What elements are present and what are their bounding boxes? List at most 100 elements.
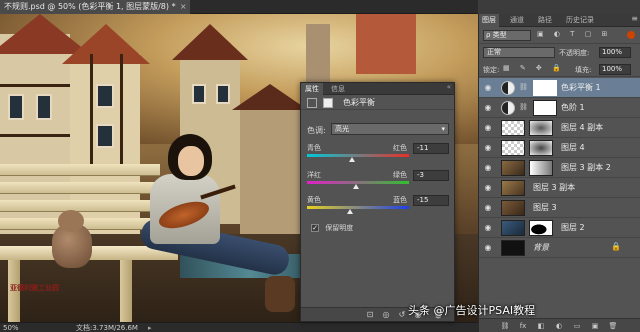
- eye-icon[interactable]: ◉: [483, 143, 493, 153]
- eye-icon[interactable]: ◉: [483, 103, 493, 113]
- new-layer-icon[interactable]: ▣: [589, 321, 601, 331]
- properties-header: 色彩平衡: [301, 96, 454, 110]
- link-icon[interactable]: ⛓: [519, 103, 528, 111]
- blend-row: 正常 不透明度: 100%: [479, 45, 640, 61]
- layer-name[interactable]: 色彩平衡 1: [561, 82, 601, 94]
- layer-row[interactable]: ◉ 图层 3 副本: [479, 178, 640, 198]
- layer-style-icon[interactable]: fx: [517, 321, 529, 331]
- add-mask-icon[interactable]: ◧: [535, 321, 547, 331]
- view-previous-icon[interactable]: ◎: [381, 310, 391, 320]
- layer-thumbnail[interactable]: [501, 140, 525, 156]
- slider-thumb[interactable]: [347, 209, 354, 214]
- tab-layers[interactable]: 图层: [479, 14, 499, 27]
- layer-mask-thumbnail[interactable]: [529, 160, 553, 176]
- layer-name[interactable]: 图层 2: [561, 222, 585, 234]
- canvas-bench-sign: 亚德利雅工业园: [10, 284, 59, 292]
- layer-name[interactable]: 背景: [533, 242, 549, 254]
- slider-value-input[interactable]: -15: [413, 195, 449, 206]
- status-menu-icon[interactable]: ▸: [148, 323, 152, 332]
- layer-row[interactable]: ◉ 图层 3 副本 2: [479, 158, 640, 178]
- layer-row[interactable]: ◉ 图层 4: [479, 138, 640, 158]
- slider-right-label: 蓝色: [393, 196, 407, 204]
- lock-options-icons[interactable]: ▦ ✎ ✥ 🔒: [503, 64, 565, 72]
- layer-mask-thumbnail[interactable]: [533, 100, 557, 116]
- tone-label: 色调:: [307, 126, 326, 135]
- tone-select[interactable]: 高光 ▾: [331, 123, 449, 135]
- layer-name[interactable]: 图层 3 副本 2: [561, 162, 611, 174]
- eye-icon[interactable]: ◉: [483, 183, 493, 193]
- eye-icon[interactable]: ◉: [483, 83, 493, 93]
- layer-thumbnail[interactable]: [501, 220, 525, 236]
- panel-menu-icon[interactable]: ≡: [631, 14, 638, 23]
- blend-mode-select[interactable]: 正常: [483, 47, 555, 58]
- reset-icon[interactable]: ↺: [397, 310, 407, 320]
- canvas-window: [216, 84, 230, 104]
- eye-icon[interactable]: ◉: [483, 163, 493, 173]
- layer-name[interactable]: 图层 4 副本: [561, 122, 603, 134]
- eye-icon[interactable]: ◉: [483, 223, 493, 233]
- fill-input[interactable]: 100%: [599, 64, 631, 75]
- layer-thumbnail[interactable]: [501, 160, 525, 176]
- slider-value-input[interactable]: -3: [413, 170, 449, 181]
- layer-name[interactable]: 色阶 1: [561, 102, 585, 114]
- link-icon[interactable]: ⛓: [519, 83, 528, 91]
- tab-info[interactable]: 信息: [327, 83, 349, 95]
- layer-name[interactable]: 图层 3 副本: [533, 182, 575, 194]
- tab-channels[interactable]: 通道: [507, 14, 527, 27]
- slider-track[interactable]: [307, 154, 409, 157]
- layer-thumbnail[interactable]: [501, 200, 525, 216]
- document-tab[interactable]: 不规则.psd @ 50% (色彩平衡 1, 图层蒙版/8) * ×: [0, 0, 190, 14]
- close-tab-icon[interactable]: ×: [180, 0, 187, 14]
- slider-yellow-blue: 黄色 蓝色 -15: [307, 195, 449, 225]
- slider-track[interactable]: [307, 206, 409, 209]
- collapse-panel-icon[interactable]: «: [447, 83, 451, 91]
- new-group-icon[interactable]: ▭: [571, 321, 583, 331]
- document-tab-title: 不规则.psd @ 50% (色彩平衡 1, 图层蒙版/8) *: [4, 2, 176, 11]
- canvas-bench-slat: [0, 200, 160, 212]
- layer-row[interactable]: ◉ 图层 4 副本: [479, 118, 640, 138]
- layer-row[interactable]: ◉ 图层 2: [479, 218, 640, 238]
- layer-thumbnail[interactable]: [501, 240, 525, 256]
- layer-thumbnail[interactable]: [501, 120, 525, 136]
- filter-toggle-icon[interactable]: [627, 31, 635, 39]
- canvas-house-far: [240, 104, 300, 234]
- tab-paths[interactable]: 路径: [535, 14, 555, 27]
- layer-mask-thumbnail[interactable]: [529, 220, 553, 236]
- slider-thumb[interactable]: [353, 184, 360, 189]
- clip-icon[interactable]: ⊡: [365, 310, 375, 320]
- opacity-input[interactable]: 100%: [599, 47, 631, 58]
- slider-thumb[interactable]: [349, 157, 356, 162]
- layer-name[interactable]: 图层 4: [561, 142, 585, 154]
- layer-row[interactable]: ◉ 背景 🔒: [479, 238, 640, 258]
- zoom-level[interactable]: 50%: [3, 323, 19, 332]
- canvas-girl-boot: [265, 276, 295, 312]
- layer-name[interactable]: 图层 3: [533, 202, 557, 214]
- trash-icon[interactable]: 🗑: [607, 321, 619, 331]
- layers-panel: 图层 通道 路径 历史记录 ≡ ρ 类型 ▣ ◐ T ▢ ⊞ 正常 不透明度: …: [478, 14, 640, 332]
- layer-row[interactable]: ◉ ⛓ 色彩平衡 1: [479, 78, 640, 98]
- tab-history[interactable]: 历史记录: [563, 14, 597, 27]
- link-layers-icon[interactable]: ⛓: [499, 321, 511, 331]
- slider-value-input[interactable]: -11: [413, 143, 449, 154]
- layer-mask-thumbnail[interactable]: [529, 140, 553, 156]
- adjustment-layer-icon: [501, 101, 515, 115]
- new-adjustment-icon[interactable]: ◐: [553, 321, 565, 331]
- fill-label: 填充:: [575, 66, 592, 74]
- layer-filter-select[interactable]: ρ 类型: [483, 30, 531, 41]
- layer-row[interactable]: ◉ 图层 3: [479, 198, 640, 218]
- layer-mask-icon[interactable]: [323, 98, 333, 108]
- layers-bottom-bar: ⛓ fx ◧ ◐ ▭ ▣ 🗑: [479, 318, 640, 332]
- layer-mask-thumbnail[interactable]: [529, 120, 553, 136]
- eye-icon[interactable]: ◉: [483, 123, 493, 133]
- tab-properties[interactable]: 属性: [301, 83, 323, 95]
- canvas-bench-slat: [0, 164, 160, 176]
- preserve-luminosity-checkbox[interactable]: ✓: [311, 224, 319, 232]
- eye-icon[interactable]: ◉: [483, 243, 493, 253]
- preserve-luminosity[interactable]: ✓ 保留明度: [311, 223, 353, 233]
- layer-row[interactable]: ◉ ⛓ 色阶 1: [479, 98, 640, 118]
- eye-icon[interactable]: ◉: [483, 203, 493, 213]
- layer-thumbnail[interactable]: [501, 180, 525, 196]
- layer-mask-thumbnail[interactable]: [533, 80, 557, 96]
- preserve-luminosity-label: 保留明度: [325, 224, 354, 232]
- filter-type-icons[interactable]: ▣ ◐ T ▢ ⊞: [537, 30, 611, 38]
